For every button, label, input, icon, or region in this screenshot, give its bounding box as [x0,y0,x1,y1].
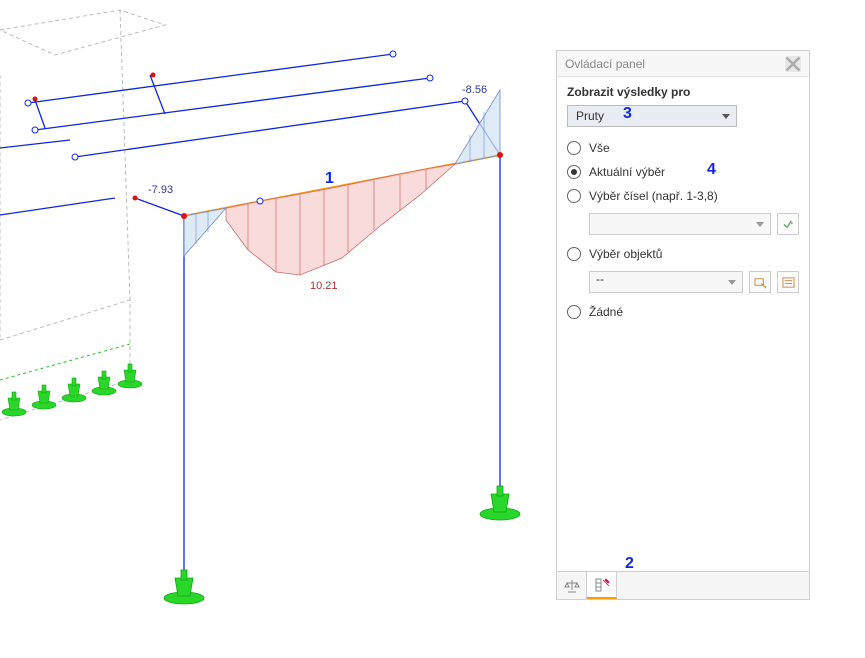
panel-body: Zobrazit výsledky pro Pruty 3 Vše Aktuál… [557,77,809,571]
panel-footer-tabs [557,571,809,599]
filter-results-icon [594,577,610,593]
panel-title: Ovládací panel [565,57,645,71]
numbers-confirm-button[interactable] [777,213,799,235]
radio-all[interactable]: Vše [567,141,799,155]
check-dropdown-icon [782,218,795,231]
numbers-input[interactable] [589,213,771,235]
control-panel: Ovládací panel Zobrazit výsledky pro Pru… [556,50,810,600]
radio-current-label: Aktuální výběr [589,165,665,179]
radio-icon [567,189,581,203]
pick-icon [754,276,767,289]
list-icon [782,276,795,289]
panel-close-button[interactable] [785,56,801,72]
footer-spacer [617,572,809,599]
panel-header: Ovládací panel [557,51,809,77]
radio-objects-label: Výběr objektů [589,247,662,261]
entity-select[interactable]: Pruty [567,105,737,127]
object-list-button[interactable] [777,271,799,293]
radio-icon [567,305,581,319]
model-viewport[interactable]: -7.93 -8.56 10.21 1 [0,0,556,655]
radio-numbers-label: Výběr čísel (např. 1-3,8) [589,189,718,203]
footer-tab-scales[interactable] [557,572,587,599]
section-title: Zobrazit výsledky pro [567,85,799,99]
close-icon [785,56,801,72]
radio-icon [567,165,581,179]
value-label-left-neg: -7.93 [148,184,173,196]
radio-all-label: Vše [589,141,610,155]
value-label-right-neg: -8.56 [462,84,487,96]
pick-objects-button[interactable] [749,271,771,293]
radio-number-selection[interactable]: Výběr čísel (např. 1-3,8) [567,189,799,203]
radio-none[interactable]: Žádné [567,305,799,319]
objects-input[interactable]: -- [589,271,743,293]
radio-current-selection[interactable]: Aktuální výběr 4 [567,165,799,179]
value-label-mid-pos: 10.21 [310,280,338,292]
radio-none-label: Žádné [589,305,623,319]
radio-object-selection[interactable]: Výběr objektů [567,247,799,261]
radio-icon [567,247,581,261]
radio-icon [567,141,581,155]
balance-icon [564,578,580,594]
entity-select-value: Pruty [576,109,604,123]
annotation-4: 4 [707,161,716,179]
footer-tab-filter[interactable] [587,572,617,599]
